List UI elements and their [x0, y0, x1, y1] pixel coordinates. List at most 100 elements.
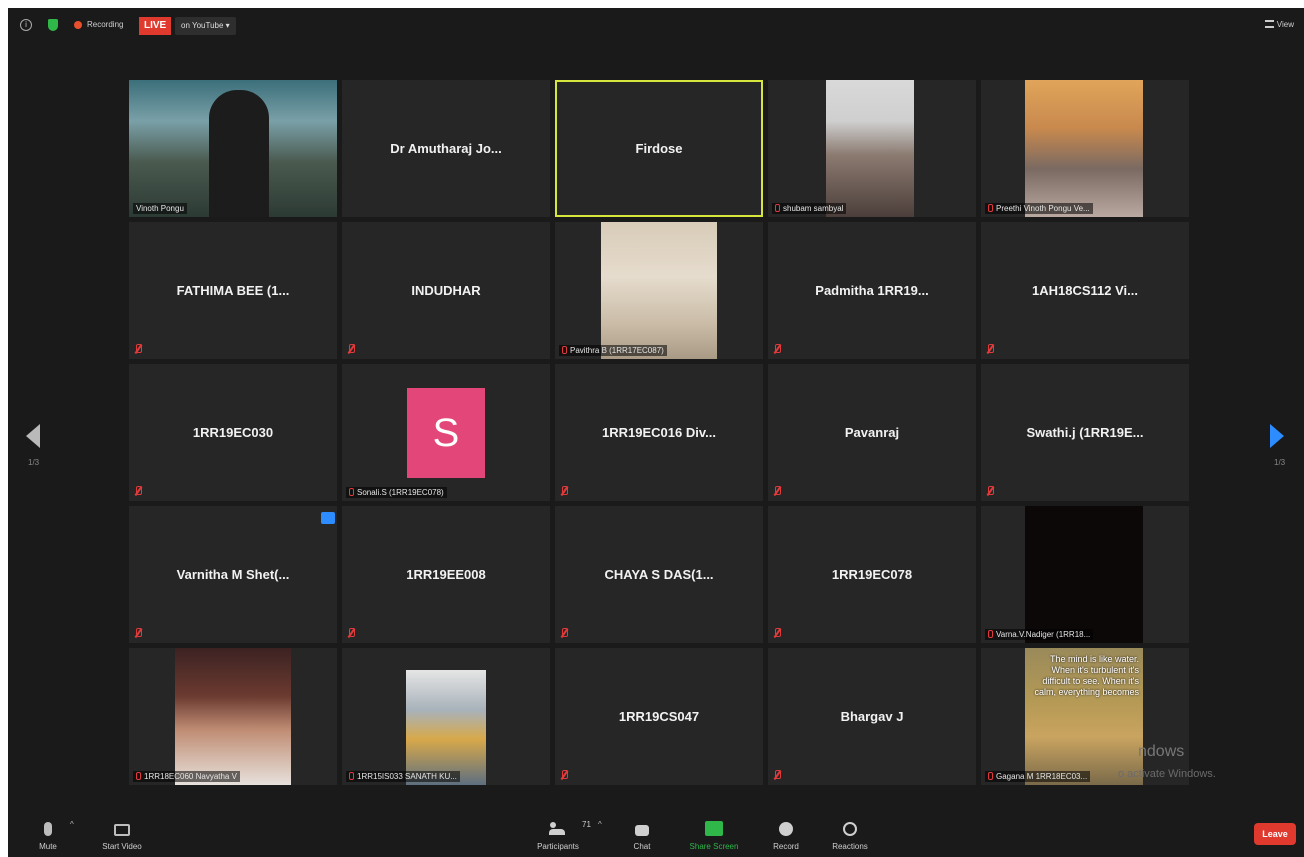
- muted-mic-icon: [773, 486, 781, 496]
- participants-options-chevron-icon[interactable]: ^: [598, 820, 602, 829]
- participants-button[interactable]: Participants: [528, 822, 588, 851]
- active-speaker-tile[interactable]: Firdose: [555, 80, 763, 217]
- participant-tile[interactable]: 1RR19EC016 Div...: [555, 364, 763, 501]
- zoom-meeting-window: i Recording LIVE on YouTube ▾ View 1/3 1…: [8, 8, 1304, 857]
- mute-button[interactable]: Mute: [18, 822, 78, 851]
- participant-tile[interactable]: 1RR15IS033 SANATH KU...: [342, 648, 550, 785]
- next-page-arrow-icon[interactable]: [1270, 424, 1284, 448]
- participant-tile[interactable]: 1RR19CS047: [555, 648, 763, 785]
- gallery-view: Vinoth Pongu Dr Amutharaj Jo... Firdose …: [129, 80, 1191, 792]
- previous-page-arrow-icon[interactable]: [26, 424, 40, 448]
- participants-count: 71: [582, 820, 591, 829]
- reactions-button[interactable]: Reactions: [820, 822, 880, 851]
- participant-tile[interactable]: Vinoth Pongu: [129, 80, 337, 217]
- muted-mic-icon: [773, 628, 781, 638]
- microphone-icon: [44, 822, 52, 836]
- muted-mic-icon: [134, 628, 142, 638]
- muted-mic-icon: [560, 770, 568, 780]
- record-button[interactable]: Record: [756, 822, 816, 851]
- participant-name: 1AH18CS112 Vi...: [1032, 283, 1138, 298]
- participant-name: INDUDHAR: [411, 283, 481, 298]
- participant-name: 1RR19EC016 Div...: [602, 425, 716, 440]
- participant-tile[interactable]: Varnitha M Shet(...: [129, 506, 337, 643]
- participant-video: [175, 648, 291, 785]
- view-label: View: [1276, 20, 1294, 29]
- muted-mic-icon: [134, 344, 142, 354]
- participant-tile[interactable]: 1RR19EC030: [129, 364, 337, 501]
- participant-name: 1RR19EC030: [192, 425, 274, 440]
- grid-view-icon: [1264, 20, 1274, 28]
- participant-video: [1025, 506, 1143, 643]
- participant-tile[interactable]: 1RR19EE008: [342, 506, 550, 643]
- participant-tile[interactable]: Pavanraj: [768, 364, 976, 501]
- participant-tile[interactable]: Padmitha 1RR19...: [768, 222, 976, 359]
- participant-label: Preethi Vinoth Pongu Ve...: [985, 203, 1093, 214]
- participant-video: [826, 80, 914, 217]
- muted-mic-icon: [988, 204, 993, 212]
- avatar: S: [407, 388, 485, 478]
- muted-mic-icon: [988, 630, 993, 638]
- participant-tile[interactable]: FATHIMA BEE (1...: [129, 222, 337, 359]
- meeting-info-icon[interactable]: i: [20, 19, 32, 31]
- meeting-controls: Mute ^ Start Video Participants 71 ^ Cha…: [8, 805, 1304, 857]
- participant-tile[interactable]: Dr Amutharaj Jo...: [342, 80, 550, 217]
- participant-name: Padmitha 1RR19...: [815, 283, 929, 298]
- video-camera-off-icon: [114, 824, 130, 836]
- start-video-button[interactable]: Start Video: [92, 824, 152, 851]
- participant-video: [406, 670, 486, 785]
- participant-name: Pavanraj: [844, 425, 900, 440]
- muted-mic-icon: [773, 344, 781, 354]
- participant-tile[interactable]: The mind is like water. When it's turbul…: [981, 648, 1189, 785]
- muted-mic-icon: [136, 772, 141, 780]
- recording-label: Recording: [87, 20, 124, 29]
- live-badge: LIVE: [139, 17, 172, 35]
- participant-tile[interactable]: S Sonali.S (1RR19EC078): [342, 364, 550, 501]
- muted-mic-icon: [560, 486, 568, 496]
- participant-video: [601, 222, 717, 359]
- participant-label: Sonali.S (1RR19EC078): [346, 487, 447, 498]
- participant-tile[interactable]: 1RR19EC078: [768, 506, 976, 643]
- quote-text: The mind is like water. When it's turbul…: [1034, 654, 1139, 697]
- shield-icon[interactable]: [48, 19, 58, 31]
- page-indicator-left: 1/3: [28, 458, 40, 467]
- participants-icon: [549, 822, 567, 836]
- participant-tile[interactable]: shubam sambyal: [768, 80, 976, 217]
- chat-button[interactable]: Chat: [612, 825, 672, 851]
- page-indicator-right: 1/3: [1274, 458, 1286, 467]
- muted-mic-icon: [986, 486, 994, 496]
- participant-label: shubam sambyal: [772, 203, 847, 214]
- participant-tile[interactable]: Pavithra B (1RR17EC087): [555, 222, 763, 359]
- participant-tile[interactable]: Swathi.j (1RR19E...: [981, 364, 1189, 501]
- windows-watermark-text: o activate Windows.: [1118, 768, 1216, 780]
- leave-button[interactable]: Leave: [1254, 823, 1296, 845]
- recording-icon: [74, 21, 82, 29]
- participant-tile[interactable]: Varna.V.Nadiger (1RR18...: [981, 506, 1189, 643]
- mute-label: Mute: [39, 842, 57, 851]
- participant-name: 1RR19CS047: [618, 709, 700, 724]
- muted-mic-icon: [773, 770, 781, 780]
- participants-label: Participants: [537, 842, 579, 851]
- record-icon: [779, 822, 793, 836]
- share-screen-icon: [705, 821, 723, 836]
- audio-options-chevron-icon[interactable]: ^: [70, 820, 74, 829]
- participant-name: CHAYA S DAS(1...: [604, 567, 714, 582]
- participant-tile[interactable]: Preethi Vinoth Pongu Ve...: [981, 80, 1189, 217]
- participant-tile[interactable]: INDUDHAR: [342, 222, 550, 359]
- muted-mic-icon: [347, 628, 355, 638]
- start-video-label: Start Video: [102, 842, 142, 851]
- muted-mic-icon: [349, 772, 354, 780]
- participant-tile[interactable]: CHAYA S DAS(1...: [555, 506, 763, 643]
- participant-tile[interactable]: Bhargav J: [768, 648, 976, 785]
- record-label: Record: [773, 842, 799, 851]
- muted-mic-icon: [775, 204, 780, 212]
- participant-label: 1RR15IS033 SANATH KU...: [346, 771, 460, 782]
- participant-tile[interactable]: 1AH18CS112 Vi...: [981, 222, 1189, 359]
- view-button[interactable]: View: [1264, 20, 1294, 29]
- participant-tile[interactable]: 1RR18EC060 Navyatha V: [129, 648, 337, 785]
- reactions-icon: [843, 822, 857, 836]
- live-on-youtube-dropdown[interactable]: on YouTube ▾: [175, 17, 236, 35]
- participant-video: [1025, 80, 1143, 217]
- participant-name: Bhargav J: [840, 709, 904, 724]
- muted-mic-icon: [986, 344, 994, 354]
- share-screen-button[interactable]: Share Screen: [684, 821, 744, 851]
